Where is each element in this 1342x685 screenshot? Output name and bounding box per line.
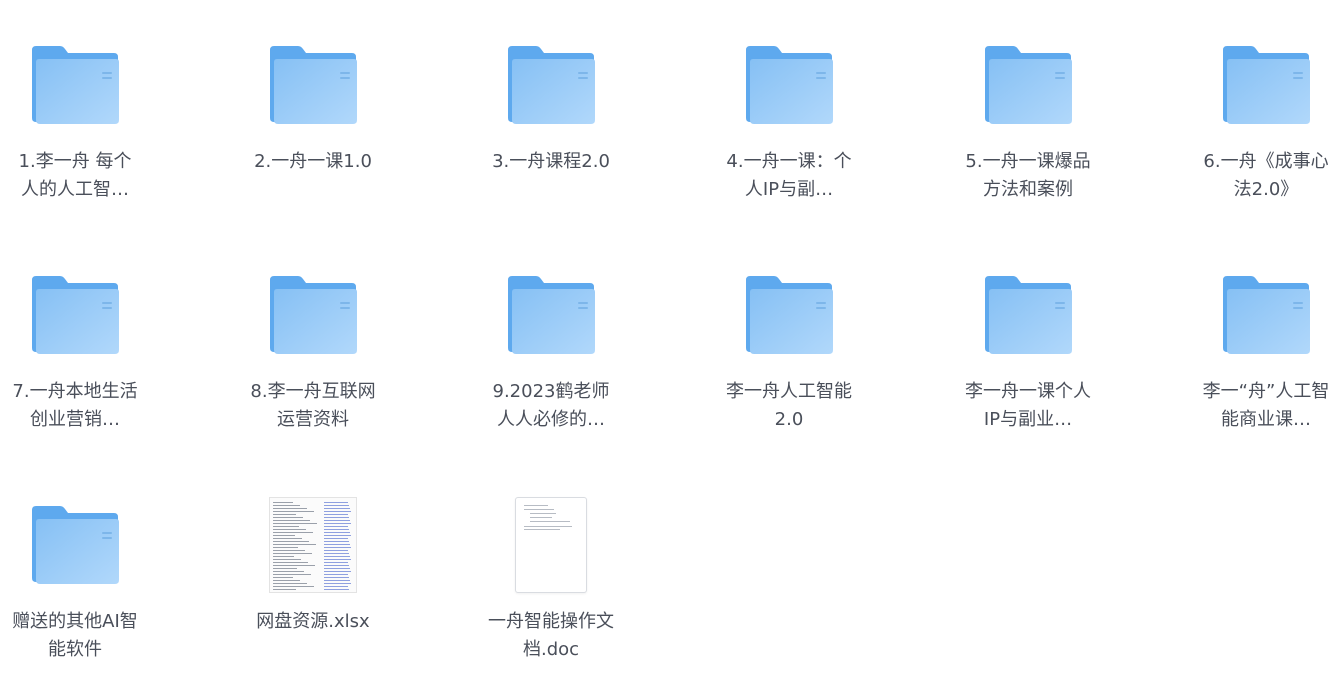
folder-icon [491,30,611,140]
file-name-label: 网盘资源.xlsx [256,611,370,632]
doc-item[interactable]: 一舟智能操作文档.doc [476,470,626,685]
folder-icon [729,260,849,370]
folder-icon [15,490,135,600]
folder-item[interactable]: 8.李一舟互联网运营资料 [238,240,388,455]
file-name-label: 5.一舟一课爆品方法和案例 [965,151,1091,200]
folder-item[interactable]: 3.一舟课程2.0 [476,10,626,225]
file-name-label: 8.李一舟互联网运营资料 [250,381,376,430]
folder-icon [968,260,1088,370]
folder-icon [968,30,1088,140]
folder-icon [253,260,373,370]
folder-item[interactable]: 9.2023鹤老师人人必修的… [476,240,626,455]
folder-item[interactable]: 赠送的其他AI智能软件 [0,470,150,685]
folder-item[interactable]: 李一舟一课个人IP与副业… [953,240,1103,455]
file-name-label: 李一舟一课个人IP与副业… [965,381,1091,430]
folder-icon [15,30,135,140]
folder-item[interactable]: 4.一舟一课：个人IP与副… [714,10,864,225]
folder-item[interactable]: 1.李一舟 每个人的人工智… [0,10,150,225]
file-grid: 1.李一舟 每个人的人工智… 2.一舟一课1.0 3.一舟课程2.0 4.一舟一课：个… [0,0,1342,669]
folder-icon [491,260,611,370]
file-name-label: 赠送的其他AI智能软件 [12,611,138,660]
folder-icon [1206,260,1326,370]
folder-item[interactable]: 2.一舟一课1.0 [238,10,388,225]
file-name-label: 2.一舟一课1.0 [254,151,372,172]
folder-item[interactable]: 李一“舟”人工智能商业课… [1191,240,1341,455]
file-name-label: 一舟智能操作文档.doc [488,611,614,660]
folder-icon [253,30,373,140]
file-name-label: 4.一舟一课：个人IP与副… [726,151,852,200]
folder-icon [729,30,849,140]
file-name-label: 3.一舟课程2.0 [492,151,610,172]
spreadsheet-thumbnail-icon [253,490,373,600]
document-thumbnail-icon [491,490,611,600]
folder-item[interactable]: 李一舟人工智能2.0 [714,240,864,455]
file-name-label: 9.2023鹤老师人人必修的… [492,381,610,430]
folder-item[interactable]: 7.一舟本地生活创业营销… [0,240,150,455]
folder-icon [15,260,135,370]
folder-icon [1206,30,1326,140]
file-name-label: 李一舟人工智能2.0 [726,381,852,430]
file-name-label: 李一“舟”人工智能商业课… [1202,381,1330,430]
folder-item[interactable]: 6.一舟《成事心法2.0》 [1191,10,1341,225]
file-name-label: 1.李一舟 每个人的人工智… [18,151,132,200]
folder-item[interactable]: 5.一舟一课爆品方法和案例 [953,10,1103,225]
file-name-label: 7.一舟本地生活创业营销… [12,381,138,430]
file-name-label: 6.一舟《成事心法2.0》 [1203,151,1329,200]
xlsx-item[interactable]: 网盘资源.xlsx [238,470,388,685]
